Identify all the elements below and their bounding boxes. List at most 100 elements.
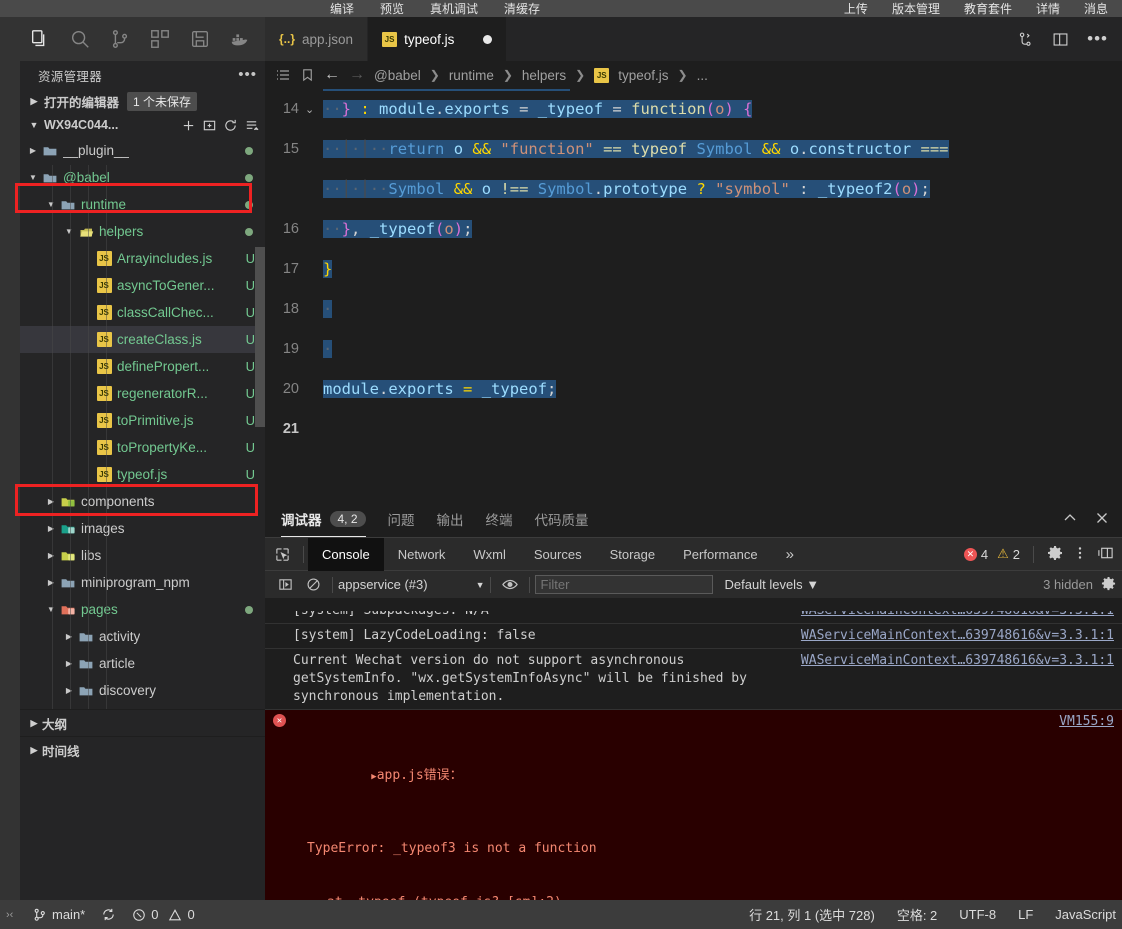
tree-file-row[interactable]: JS regeneratorR... U <box>20 380 265 407</box>
tree-file-row[interactable]: JS Arrayincludes.js U <box>20 245 265 272</box>
debug-icon[interactable] <box>180 17 220 61</box>
tree-file-row[interactable]: JS classCallChec... U <box>20 299 265 326</box>
panel-tab-output[interactable]: 输出 <box>437 501 464 537</box>
breadcrumb-item-runtime[interactable]: runtime <box>449 68 494 83</box>
settings-gear-icon[interactable] <box>1047 545 1063 564</box>
menu-item-clear-cache[interactable]: 清缓存 <box>504 3 540 15</box>
tree-folder-row[interactable]: ▶index <box>20 704 265 709</box>
breadcrumb-item-symbol[interactable]: ... <box>697 68 708 83</box>
tree-file-row[interactable]: JS toPrimitive.js U <box>20 407 265 434</box>
top-menu-bar[interactable]: 编译 预览 真机调试 清缓存 上传 版本管理 教育套件 详情 消息 <box>0 0 1122 17</box>
devtools-tab-overflow[interactable]: » <box>772 538 808 571</box>
console-row-app-js-error[interactable]: ✕ ▶app.js错误： TypeError: _typeof3 is not … <box>265 710 1122 900</box>
code-editor[interactable]: 14 ⌄ ··} : module.exports = _typeof = fu… <box>265 89 1122 518</box>
explorer-more-icon[interactable]: ••• <box>238 67 257 82</box>
extensions-icon[interactable] <box>140 17 180 61</box>
tree-folder-row[interactable]: ▼ @babel <box>20 164 265 191</box>
tree-folder-row[interactable]: ▶ article <box>20 650 265 677</box>
section-project-root[interactable]: ▼ WX94C044... <box>20 113 265 137</box>
refresh-icon[interactable] <box>223 118 238 133</box>
devtools-tab-storage[interactable]: Storage <box>596 538 670 571</box>
devtools-tab-network[interactable]: Network <box>384 538 460 571</box>
source-control-icon[interactable] <box>100 17 140 61</box>
explorer-icon[interactable] <box>20 17 60 61</box>
outline-list-icon[interactable] <box>275 67 291 83</box>
devtools-error-count[interactable]: ✕ 4 <box>963 547 988 562</box>
menu-item-compile[interactable]: 编译 <box>330 3 354 15</box>
console-context-select[interactable]: appservice (#3) ▼ <box>338 577 485 592</box>
devtools-tab-performance[interactable]: Performance <box>669 538 771 571</box>
new-folder-icon[interactable] <box>202 118 217 133</box>
tree-folder-row[interactable]: ▶ components <box>20 488 265 515</box>
tree-folder-row[interactable]: ▼ runtime <box>20 191 265 218</box>
tab-typeof-js[interactable]: JS typeof.js <box>368 17 508 61</box>
tree-folder-row[interactable]: ▼ pages <box>20 596 265 623</box>
console-row-lazycodeloading[interactable]: [system] LazyCodeLoading: false WAServic… <box>265 624 1122 649</box>
tab-app-json[interactable]: {..} app.json <box>265 17 369 61</box>
bookmark-icon[interactable] <box>300 67 315 83</box>
inspect-element-icon[interactable] <box>265 547 299 562</box>
panel-tab-code-quality[interactable]: 代码质量 <box>535 501 589 537</box>
console-row-subpackages[interactable]: [system] Subpackages: N/A WAServiceMainC… <box>265 611 1122 624</box>
devtools-tab-sources[interactable]: Sources <box>520 538 596 571</box>
breadcrumb-item-helpers[interactable]: helpers <box>522 68 566 83</box>
breadcrumb-item-file[interactable]: typeof.js <box>618 68 668 83</box>
fold-chevron-icon[interactable]: ⌄ <box>305 103 314 116</box>
file-tree[interactable]: ▶ __plugin__ ▼ @babel ▼ runtime ▼ helpers JS Arra… <box>20 137 265 709</box>
more-actions-icon[interactable]: ••• <box>1087 30 1108 47</box>
status-indentation[interactable]: 空格: 2 <box>897 905 937 924</box>
console-source-link[interactable]: VM155:9 <box>1059 713 1122 731</box>
tree-folder-row[interactable]: ▶ activity <box>20 623 265 650</box>
sidebar-toggle-icon[interactable] <box>271 577 299 592</box>
collapse-panel-icon[interactable] <box>1062 510 1078 529</box>
panel-tab-problems[interactable]: 问题 <box>388 501 415 537</box>
status-cursor-position[interactable]: 行 21, 列 1 (选中 728) <box>749 905 875 924</box>
console-source-link[interactable]: WAServiceMainContext…639748616&v=3.3.1:1 <box>801 627 1122 645</box>
docker-icon[interactable] <box>220 17 260 61</box>
menu-item-messages[interactable]: 消息 <box>1084 3 1108 15</box>
sidebar-scrollbar[interactable] <box>255 247 265 427</box>
section-timeline[interactable]: ▶ 时间线 <box>20 736 265 763</box>
more-vertical-icon[interactable] <box>1072 545 1088 564</box>
tree-file-row[interactable]: JS typeof.js U <box>20 461 265 488</box>
devtools-tab-console[interactable]: Console <box>308 537 384 571</box>
status-encoding[interactable]: UTF-8 <box>959 907 996 922</box>
menu-item-real-device-debug[interactable]: 真机调试 <box>430 3 478 15</box>
console-source-link[interactable]: WAServiceMainContext…639748616&v=3.3.1:1 <box>801 611 1122 620</box>
status-eol[interactable]: LF <box>1018 907 1033 922</box>
layout-icon[interactable] <box>1052 31 1069 48</box>
status-language-mode[interactable]: JavaScript <box>1055 907 1116 922</box>
split-editor-icon[interactable] <box>1017 31 1034 48</box>
eye-icon[interactable] <box>496 577 524 592</box>
console-log-list[interactable]: [system] Subpackages: N/A WAServiceMainC… <box>265 611 1122 900</box>
menu-item-version-management[interactable]: 版本管理 <box>892 3 940 15</box>
dock-side-icon[interactable] <box>1097 545 1114 564</box>
clear-console-icon[interactable] <box>299 577 327 592</box>
tree-file-row[interactable]: JS toPropertyKe... U <box>20 434 265 461</box>
status-branch[interactable]: main* <box>32 907 85 922</box>
tree-file-row[interactable]: JS asyncToGener... U <box>20 272 265 299</box>
console-filter-input[interactable] <box>534 575 713 594</box>
remote-indicator-icon[interactable]: ›‹ <box>6 909 13 921</box>
navigate-back-icon[interactable]: ← <box>324 66 340 84</box>
settings-gear-icon[interactable] <box>1101 576 1116 594</box>
search-icon[interactable] <box>60 17 100 61</box>
console-source-link[interactable]: WAServiceMainContext…639748616&v=3.3.1:1 <box>801 652 1122 670</box>
console-row-getsysteminfo-warning[interactable]: Current Wechat version do not support as… <box>265 649 1122 710</box>
new-file-icon[interactable] <box>181 118 196 133</box>
devtools-warning-count[interactable]: ⚠ 2 <box>997 546 1020 562</box>
tree-folder-row[interactable]: ▶ libs <box>20 542 265 569</box>
panel-tab-debugger[interactable]: 调试器 4, 2 <box>281 501 366 537</box>
status-problems[interactable]: 0 0 <box>132 907 195 922</box>
navigate-forward-icon[interactable]: → <box>349 66 365 84</box>
collapse-all-icon[interactable] <box>244 118 259 133</box>
close-panel-icon[interactable] <box>1094 510 1110 529</box>
menu-item-education-kit[interactable]: 教育套件 <box>964 3 1012 15</box>
panel-tab-terminal[interactable]: 终端 <box>486 501 513 537</box>
menu-item-upload[interactable]: 上传 <box>844 3 868 15</box>
tree-folder-row[interactable]: ▶ images <box>20 515 265 542</box>
menu-item-details[interactable]: 详情 <box>1036 3 1060 15</box>
tree-file-row[interactable]: JS definePropert... U <box>20 353 265 380</box>
breadcrumb-item-babel[interactable]: @babel <box>374 68 421 83</box>
tree-folder-row[interactable]: ▶ miniprogram_npm <box>20 569 265 596</box>
